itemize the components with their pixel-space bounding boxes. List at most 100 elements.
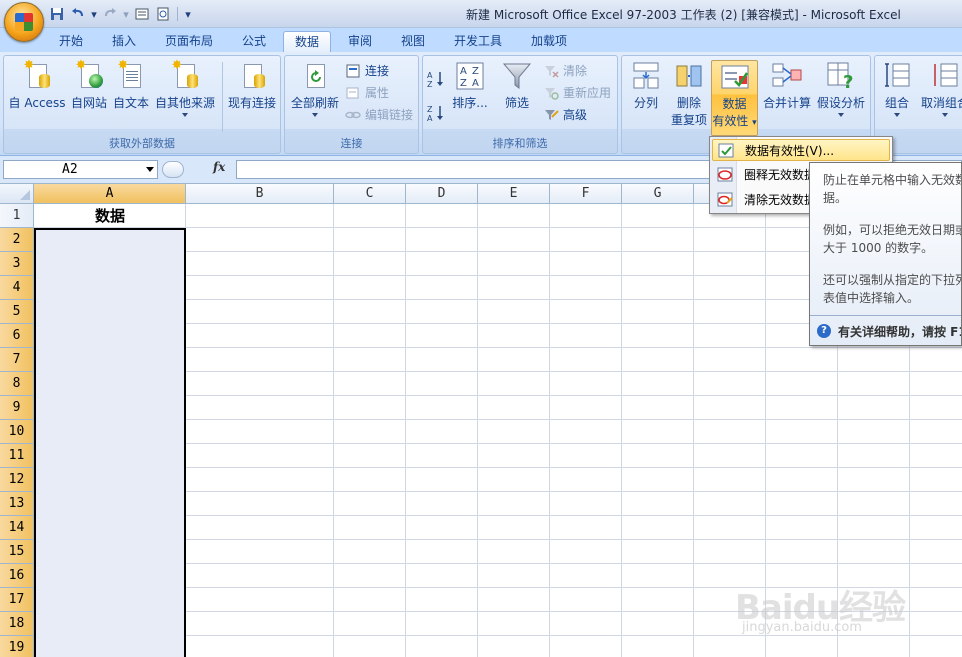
row-header-7[interactable]: 7	[0, 348, 34, 372]
data-validation-button[interactable]: 数据 有效性 ▾	[711, 60, 758, 136]
select-all-button[interactable]	[0, 184, 34, 204]
advanced-filter-button[interactable]: 高级	[543, 105, 587, 124]
remove-duplicates-label-2: 重复项	[670, 113, 707, 127]
name-box[interactable]: A2	[3, 160, 158, 179]
row-header-4[interactable]: 4	[0, 276, 34, 300]
from-text-button[interactable]: ✸ 自文本	[110, 59, 152, 111]
column-header-e[interactable]: E	[478, 184, 550, 204]
row-header-12[interactable]: 12	[0, 468, 34, 492]
row-header-11[interactable]: 11	[0, 444, 34, 468]
tab-formulas[interactable]: 公式	[230, 31, 278, 52]
text-to-columns-button[interactable]: 分列	[624, 60, 668, 111]
reapply-button[interactable]: 重新应用	[543, 83, 611, 102]
insert-function-icon[interactable]: fx	[213, 160, 225, 174]
group-get-external-data: ✸ 自 Access ✸ 自网站 ✸ 自文本 ✸ 自其他来源 现有连接 获取外部…	[3, 55, 281, 154]
formula-bar-expand-handle[interactable]	[162, 161, 184, 178]
from-other-sources-button[interactable]: ✸ 自其他来源	[152, 59, 218, 117]
data-validation-icon	[719, 61, 751, 93]
column-header-d[interactable]: D	[406, 184, 478, 204]
chevron-down-icon[interactable]	[146, 167, 154, 172]
consolidate-button[interactable]: 合并计算	[760, 60, 814, 111]
svg-text:Z: Z	[427, 80, 433, 88]
row-header-8[interactable]: 8	[0, 372, 34, 396]
undo-dropdown-icon[interactable]: ▾	[90, 6, 98, 22]
menu-item-circle-invalid-label: 圈释无效数据	[744, 168, 817, 182]
gridline-vertical	[693, 204, 694, 657]
filter-button[interactable]: 筛选	[497, 60, 537, 111]
connections-button[interactable]: 连接	[345, 61, 389, 80]
row-header-1[interactable]: 1	[0, 204, 34, 228]
column-header-g[interactable]: G	[622, 184, 694, 204]
customize-qat-icon[interactable]: ▾	[183, 6, 193, 22]
tab-page-layout[interactable]: 页面布局	[152, 31, 226, 52]
filter-label: 筛选	[504, 96, 529, 110]
redo-dropdown-icon[interactable]: ▾	[122, 6, 130, 22]
ungroup-icon	[929, 60, 961, 92]
row-header-2[interactable]: 2	[0, 228, 34, 252]
sort-descending-button[interactable]: ZA	[427, 102, 447, 123]
column-header-a[interactable]: A	[34, 184, 186, 204]
tab-insert[interactable]: 插入	[100, 31, 148, 52]
ungroup-button[interactable]: 取消组合	[917, 60, 962, 117]
remove-duplicates-button[interactable]: 删除 重复项	[668, 60, 710, 128]
tab-review[interactable]: 审阅	[336, 31, 384, 52]
from-web-button[interactable]: ✸ 自网站	[68, 59, 110, 111]
existing-connections-button[interactable]: 现有连接	[224, 60, 280, 111]
tab-home[interactable]: 开始	[46, 31, 96, 52]
row-header-3[interactable]: 3	[0, 252, 34, 276]
selected-range[interactable]	[34, 228, 186, 657]
svg-text:Z: Z	[460, 78, 467, 89]
refresh-all-button[interactable]: 全部刷新	[287, 60, 343, 117]
refresh-icon	[299, 60, 331, 92]
gridline-vertical	[477, 204, 478, 657]
connections-icon	[345, 63, 361, 79]
group-button[interactable]: 组合	[879, 60, 915, 117]
from-access-button[interactable]: ✸ 自 Access	[6, 59, 68, 111]
chevron-down-icon	[942, 113, 948, 117]
edit-links-button[interactable]: 编辑链接	[345, 105, 413, 124]
tab-add-ins[interactable]: 加载项	[519, 31, 579, 52]
circle-invalid-icon	[717, 167, 733, 182]
row-header-15[interactable]: 15	[0, 540, 34, 564]
sort-label: 排序...	[452, 96, 488, 110]
row-header-10[interactable]: 10	[0, 420, 34, 444]
advanced-filter-label: 高级	[563, 108, 588, 122]
web-icon: ✸	[73, 59, 105, 92]
row-header-6[interactable]: 6	[0, 324, 34, 348]
tab-data[interactable]: 数据	[283, 31, 331, 52]
column-header-f[interactable]: F	[550, 184, 622, 204]
column-header-b[interactable]: B	[186, 184, 334, 204]
menu-item-data-validation[interactable]: 数据有效性(V)...	[712, 139, 890, 161]
sort-button[interactable]: AZZA 排序...	[449, 60, 491, 111]
redo-icon[interactable]	[101, 6, 119, 22]
row-header-14[interactable]: 14	[0, 516, 34, 540]
connections-label: 连接	[365, 64, 390, 78]
what-if-analysis-button[interactable]: ? 假设分析	[814, 60, 868, 117]
office-button[interactable]	[4, 2, 44, 42]
cell-a1[interactable]: 数据	[34, 204, 186, 228]
row-header-9[interactable]: 9	[0, 396, 34, 420]
row-header-18[interactable]: 18	[0, 612, 34, 636]
save-icon[interactable]	[48, 6, 66, 22]
sort-ascending-button[interactable]: AZ	[427, 68, 447, 89]
form-icon[interactable]	[133, 6, 151, 22]
row-header-13[interactable]: 13	[0, 492, 34, 516]
data-validation-label-2-wrap: 有效性 ▾	[712, 112, 757, 129]
svg-text:?: ?	[843, 72, 853, 92]
row-header-17[interactable]: 17	[0, 588, 34, 612]
link-icon	[345, 107, 361, 123]
row-header-5[interactable]: 5	[0, 300, 34, 324]
undo-icon[interactable]	[69, 6, 87, 22]
properties-button[interactable]: 属性	[345, 83, 389, 102]
column-header-c[interactable]: C	[334, 184, 406, 204]
print-preview-icon[interactable]	[154, 6, 172, 22]
tab-view[interactable]: 视图	[389, 31, 437, 52]
remove-duplicates-icon	[673, 60, 705, 92]
row-header-16[interactable]: 16	[0, 564, 34, 588]
tab-developer[interactable]: 开发工具	[441, 31, 515, 52]
row-header-19[interactable]: 19	[0, 636, 34, 657]
clear-filter-button[interactable]: 清除	[543, 61, 587, 80]
advanced-filter-icon	[543, 107, 559, 123]
other-sources-icon: ✸	[169, 59, 201, 92]
clear-circles-icon	[717, 192, 733, 207]
